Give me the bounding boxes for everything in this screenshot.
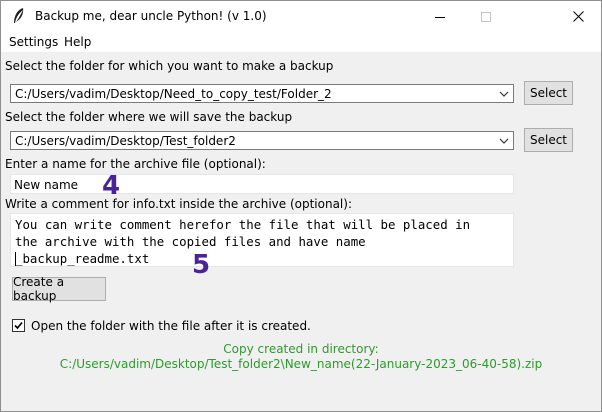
text-cursor	[15, 252, 16, 266]
comment-line: the archive with the copied files and ha…	[15, 234, 366, 249]
source-folder-value: C:/Users/vadim/Desktop/Need_to_copy_test…	[15, 87, 332, 101]
source-folder-combobox[interactable]: C:/Users/vadim/Desktop/Need_to_copy_test…	[10, 84, 514, 103]
select-destination-button[interactable]: Select	[524, 128, 573, 152]
status-path: C:/Users/vadim/Desktop/Test_folder2\New_…	[59, 357, 543, 371]
minimize-icon	[435, 16, 445, 18]
annotation-number-5: 5	[192, 250, 211, 280]
comment-textarea[interactable]: You can write comment herefor the file t…	[10, 213, 514, 267]
source-folder-label: Select the folder for which you want to …	[5, 59, 334, 73]
comment-label: Write a comment for info.txt inside the …	[5, 197, 352, 211]
chevron-down-icon[interactable]	[499, 136, 509, 146]
title-bar[interactable]: Backup me, dear uncle Python! (v 1.0)	[1, 1, 601, 32]
app-window: Backup me, dear uncle Python! (v 1.0) Se…	[0, 0, 602, 412]
chevron-down-icon[interactable]	[499, 89, 509, 99]
archive-name-value: New name	[14, 178, 79, 192]
close-button[interactable]	[555, 1, 601, 32]
window-title: Backup me, dear uncle Python! (v 1.0)	[35, 9, 267, 23]
feather-icon	[14, 8, 24, 23]
destination-folder-value: C:/Users/vadim/Desktop/Test_folder2	[15, 134, 236, 148]
maximize-button[interactable]	[463, 1, 509, 32]
maximize-icon	[481, 11, 491, 22]
comment-line: _backup_readme.txt	[15, 251, 150, 266]
create-backup-button[interactable]: Create a backup	[12, 275, 106, 303]
comment-line: You can write comment herefor the file t…	[15, 217, 471, 232]
archive-name-label: Enter a name for the archive file (optio…	[5, 157, 266, 171]
minimize-button[interactable]	[417, 1, 463, 32]
open-folder-checkbox[interactable]	[12, 319, 25, 332]
status-message: Copy created in directory:	[223, 342, 379, 356]
destination-folder-combobox[interactable]: C:/Users/vadim/Desktop/Test_folder2	[10, 131, 514, 150]
archive-name-input[interactable]: New name	[10, 174, 514, 194]
destination-folder-label: Select the folder where we will save the…	[5, 110, 293, 124]
menu-help[interactable]: Help	[64, 35, 91, 49]
menu-settings[interactable]: Settings	[9, 35, 58, 49]
close-icon	[572, 11, 584, 22]
checkmark-icon	[14, 321, 23, 330]
open-folder-label[interactable]: Open the folder with the file after it i…	[31, 319, 311, 333]
select-source-button[interactable]: Select	[524, 81, 573, 105]
menu-bar: Settings Help	[1, 32, 601, 52]
